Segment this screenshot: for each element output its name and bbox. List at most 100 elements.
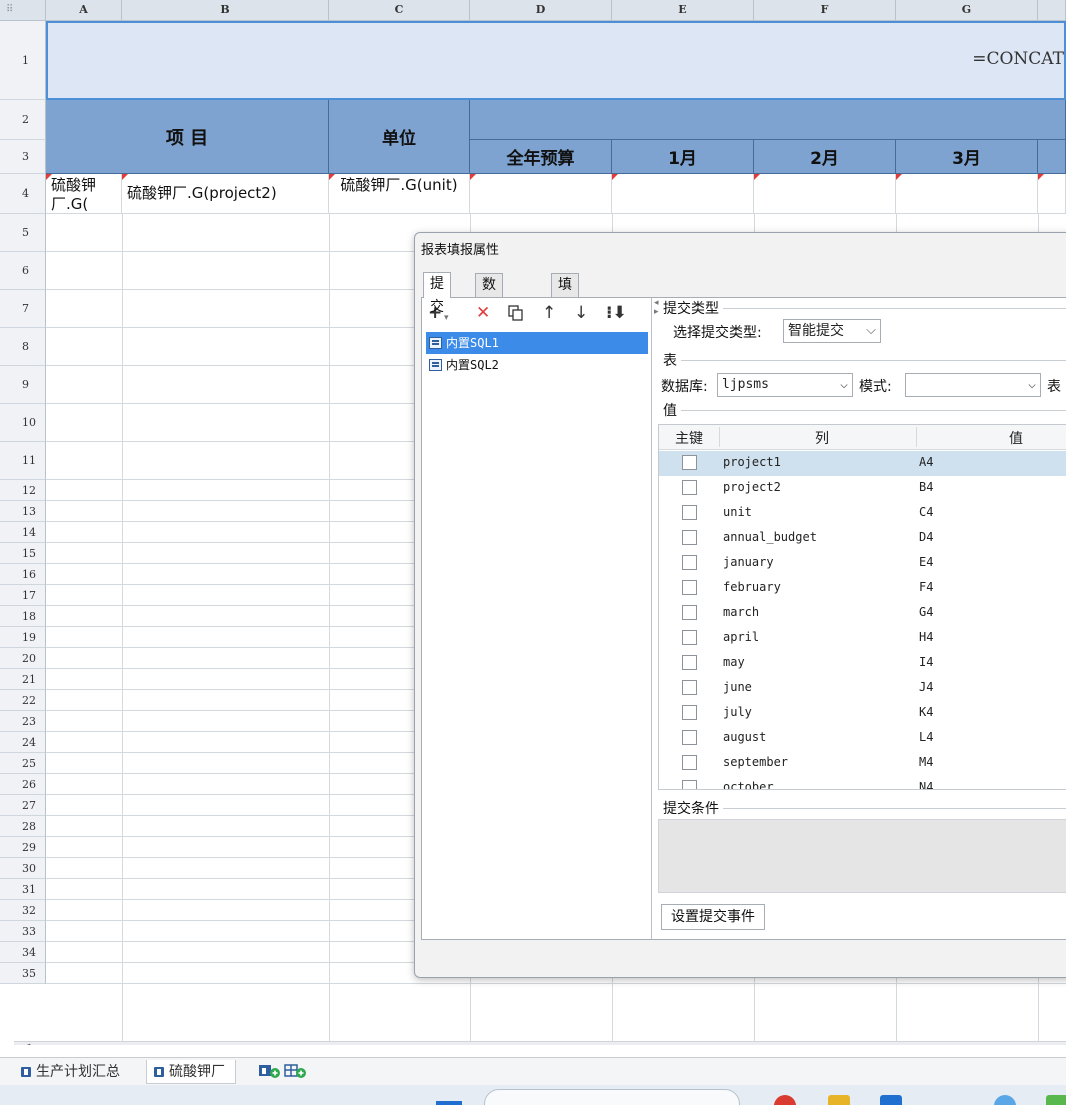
row-header-34[interactable]: 34 bbox=[0, 942, 46, 963]
row-header-22[interactable]: 22 bbox=[0, 690, 46, 711]
sheet-tab-potassium[interactable]: 硫酸钾厂 bbox=[146, 1060, 236, 1084]
title-cell[interactable]: =CONCAT bbox=[46, 21, 1066, 100]
table-row[interactable]: april H4 bbox=[659, 626, 1066, 651]
row-header-8[interactable]: 8 bbox=[0, 328, 46, 366]
header-primary-key[interactable]: 主键 bbox=[675, 428, 703, 448]
value-mapping-table[interactable]: 主键 列 值 project1 A4 project2 B4 unit C4 annual_… bbox=[658, 424, 1066, 790]
set-submit-event-button[interactable]: 设置提交事件 bbox=[661, 904, 765, 930]
row-header-9[interactable]: 9 bbox=[0, 366, 46, 404]
header-january[interactable]: 1月 bbox=[612, 140, 754, 174]
row-header-19[interactable]: 19 bbox=[0, 627, 46, 648]
browser-icon[interactable] bbox=[774, 1095, 796, 1105]
column-value[interactable]: J4 bbox=[919, 680, 933, 694]
primary-key-checkbox[interactable] bbox=[682, 755, 697, 770]
app-icon[interactable] bbox=[994, 1095, 1016, 1105]
column-value[interactable]: D4 bbox=[919, 530, 933, 544]
column-value[interactable]: F4 bbox=[919, 580, 933, 594]
row-header-13[interactable]: 13 bbox=[0, 501, 46, 522]
row-header-23[interactable]: 23 bbox=[0, 711, 46, 732]
table-row[interactable]: project2 B4 bbox=[659, 476, 1066, 501]
header-next-month[interactable] bbox=[1038, 140, 1066, 174]
row-header-28[interactable]: 28 bbox=[0, 816, 46, 837]
row-header-15[interactable]: 15 bbox=[0, 543, 46, 564]
tab-submit[interactable]: 提交 bbox=[423, 272, 451, 315]
row-header-5[interactable]: 5 bbox=[0, 214, 46, 252]
primary-key-checkbox[interactable] bbox=[682, 705, 697, 720]
primary-key-checkbox[interactable] bbox=[682, 480, 697, 495]
header-column[interactable]: 列 bbox=[815, 428, 829, 448]
table-row[interactable]: july K4 bbox=[659, 701, 1066, 726]
row-header-20[interactable]: 20 bbox=[0, 648, 46, 669]
cell-e4[interactable] bbox=[612, 174, 754, 214]
start-icon[interactable] bbox=[436, 1101, 462, 1105]
primary-key-checkbox[interactable] bbox=[682, 580, 697, 595]
row-header-27[interactable]: 27 bbox=[0, 795, 46, 816]
column-value[interactable]: L4 bbox=[919, 730, 933, 744]
table-row[interactable]: annual_budget D4 bbox=[659, 526, 1066, 551]
column-value[interactable]: E4 bbox=[919, 555, 933, 569]
table-row[interactable]: march G4 bbox=[659, 601, 1066, 626]
col-header-d[interactable]: D bbox=[470, 0, 612, 21]
row-header-21[interactable]: 21 bbox=[0, 669, 46, 690]
table-row[interactable]: february F4 bbox=[659, 576, 1066, 601]
row-header-12[interactable]: 12 bbox=[0, 480, 46, 501]
row-header-29[interactable]: 29 bbox=[0, 837, 46, 858]
copy-icon[interactable] bbox=[508, 305, 524, 321]
col-header-g[interactable]: G bbox=[896, 0, 1038, 21]
table-row[interactable]: january E4 bbox=[659, 551, 1066, 576]
table-row[interactable]: unit C4 bbox=[659, 501, 1066, 526]
column-value[interactable]: K4 bbox=[919, 705, 933, 719]
row-header-33[interactable]: 33 bbox=[0, 921, 46, 942]
row-header-35[interactable]: 35 bbox=[0, 963, 46, 984]
col-header-b[interactable]: B bbox=[122, 0, 329, 21]
column-value[interactable]: A4 bbox=[919, 455, 933, 469]
row-header-10[interactable]: 10 bbox=[0, 404, 46, 442]
column-value[interactable]: I4 bbox=[919, 655, 933, 669]
col-header-h[interactable] bbox=[1038, 0, 1066, 21]
cell-b4[interactable]: 硫酸钾厂.G(project2) bbox=[122, 174, 329, 214]
submit-type-select[interactable]: 智能提交 ⌵ bbox=[783, 319, 881, 343]
tree-item-sql1[interactable]: 内置SQL1 bbox=[426, 332, 648, 354]
tree-item-sql2[interactable]: 内置SQL2 bbox=[426, 354, 648, 376]
cell-f4[interactable] bbox=[754, 174, 896, 214]
add-dashboard-sheet-icon[interactable] bbox=[284, 1063, 306, 1079]
header-unit[interactable]: 单位 bbox=[329, 100, 470, 174]
row-header-7[interactable]: 7 bbox=[0, 290, 46, 328]
row-header-24[interactable]: 24 bbox=[0, 732, 46, 753]
table-row[interactable]: may I4 bbox=[659, 651, 1066, 676]
primary-key-checkbox[interactable] bbox=[682, 730, 697, 745]
database-select[interactable]: ljpsms ⌵ bbox=[717, 373, 853, 397]
table-row[interactable]: august L4 bbox=[659, 726, 1066, 751]
move-down-icon[interactable]: ↓ bbox=[574, 304, 588, 322]
cell-h4[interactable] bbox=[1038, 174, 1066, 214]
row-header-18[interactable]: 18 bbox=[0, 606, 46, 627]
header-march[interactable]: 3月 bbox=[896, 140, 1038, 174]
sort-icon[interactable]: ⁝⬇ bbox=[606, 304, 627, 322]
row-header-6[interactable]: 6 bbox=[0, 252, 46, 290]
cell-c4[interactable]: 硫酸钾厂.G(unit) bbox=[329, 174, 470, 214]
header-item[interactable]: 项 目 bbox=[46, 100, 329, 174]
row-header-11[interactable]: 11 bbox=[0, 442, 46, 480]
primary-key-checkbox[interactable] bbox=[682, 655, 697, 670]
row-header-26[interactable]: 26 bbox=[0, 774, 46, 795]
select-all-corner[interactable]: ⠿ bbox=[0, 0, 46, 21]
column-value[interactable]: C4 bbox=[919, 505, 933, 519]
scroll-left-icon[interactable]: < bbox=[20, 1040, 32, 1045]
add-report-sheet-icon[interactable] bbox=[258, 1063, 280, 1079]
primary-key-checkbox[interactable] bbox=[682, 530, 697, 545]
row-header-1[interactable]: 1 bbox=[0, 21, 46, 100]
row-header-4[interactable]: 4 bbox=[0, 174, 46, 214]
dropdown-arrow-icon[interactable]: ▾ bbox=[444, 309, 449, 327]
table-row[interactable]: project1 A4 bbox=[659, 451, 1066, 476]
primary-key-checkbox[interactable] bbox=[682, 455, 697, 470]
column-value[interactable]: B4 bbox=[919, 480, 933, 494]
header-value[interactable]: 值 bbox=[1009, 428, 1023, 448]
table-row[interactable]: october N4 bbox=[659, 776, 1066, 789]
row-header-32[interactable]: 32 bbox=[0, 900, 46, 921]
row-header-31[interactable]: 31 bbox=[0, 879, 46, 900]
column-value[interactable]: N4 bbox=[919, 780, 933, 789]
tab-shortcut-settings[interactable]: 填报快捷键设置 bbox=[551, 273, 579, 431]
sheet-tab-summary[interactable]: 生产计划汇总 bbox=[14, 1060, 130, 1084]
schema-select[interactable]: ⌵ bbox=[905, 373, 1041, 397]
primary-key-checkbox[interactable] bbox=[682, 680, 697, 695]
